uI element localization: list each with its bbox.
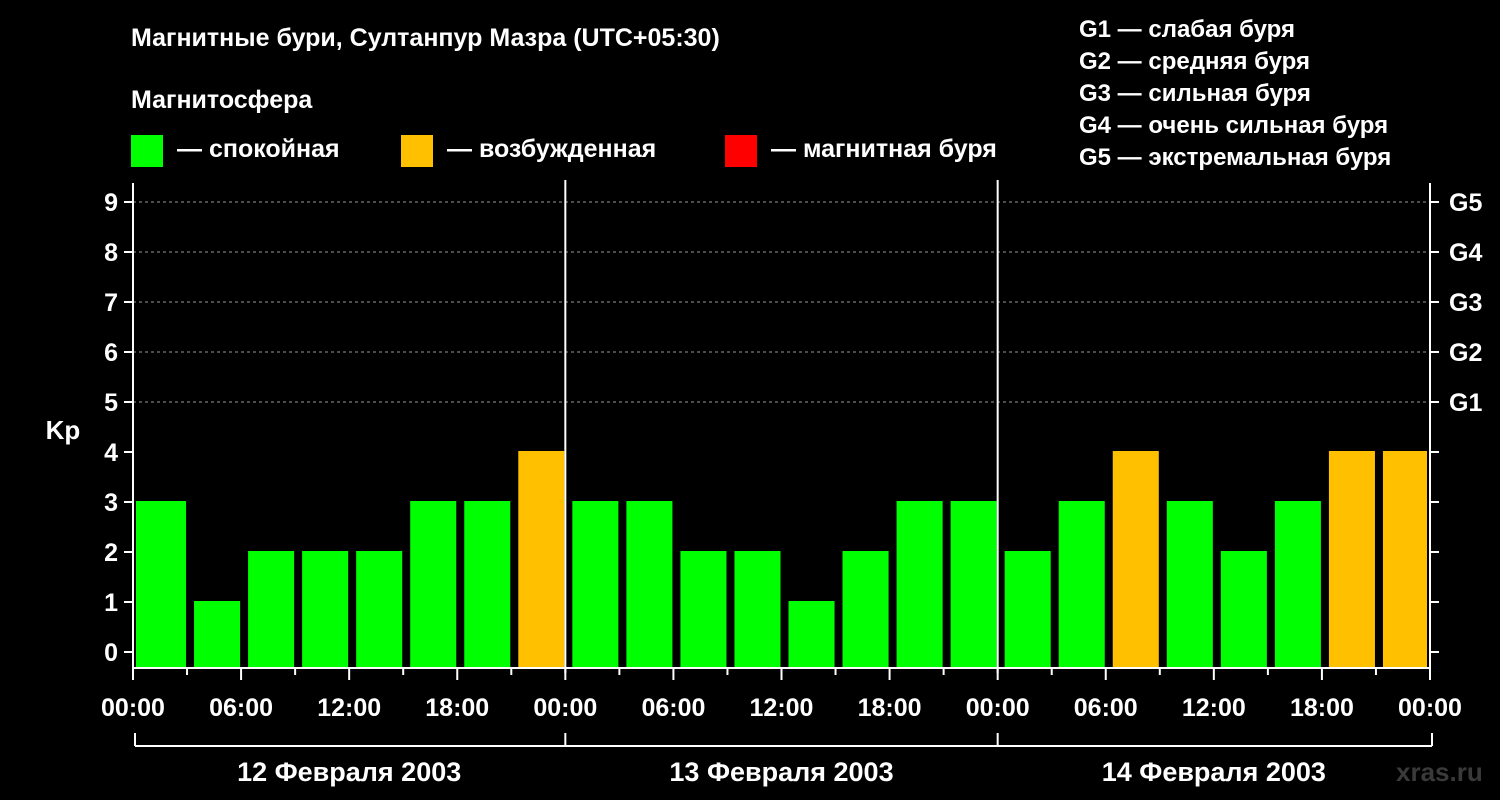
kp-bar (842, 551, 889, 667)
y-tick-label: 0 (104, 639, 118, 667)
g-tick-label: G2 (1449, 339, 1482, 367)
y-tick-label: 2 (104, 539, 118, 567)
kp-bar (950, 501, 997, 667)
day-label: 12 Февраля 2003 (237, 757, 461, 787)
y-tick-label: 6 (104, 339, 118, 367)
x-tick-label: 12:00 (1182, 694, 1246, 722)
y-tick-label: 4 (104, 439, 118, 467)
day-label: 13 Февраля 2003 (669, 757, 893, 787)
kp-bar (680, 551, 727, 667)
g-tick-label: G4 (1449, 239, 1482, 267)
x-tick-label: 00:00 (1398, 694, 1462, 722)
x-tick-label: 18:00 (425, 694, 489, 722)
kp-bar (572, 501, 619, 667)
y-tick-label: 7 (104, 289, 118, 317)
kp-bar (464, 501, 511, 667)
kp-bar (1274, 501, 1321, 667)
x-tick-label: 00:00 (966, 694, 1030, 722)
y-axis-label: Kp (46, 415, 81, 445)
g-tick-label: G1 (1449, 389, 1482, 417)
kp-bar (518, 451, 565, 667)
y-tick-label: 5 (104, 389, 118, 417)
kp-bar (788, 601, 835, 667)
kp-bar (1166, 501, 1213, 667)
kp-bar (194, 601, 241, 667)
x-tick-label: 18:00 (1290, 694, 1354, 722)
x-tick-label: 18:00 (858, 694, 922, 722)
y-tick-label: 9 (104, 189, 118, 217)
y-tick-label: 1 (104, 589, 118, 617)
x-tick-label: 06:00 (641, 694, 705, 722)
kp-bar (356, 551, 403, 667)
kp-bar (734, 551, 781, 667)
kp-bar (136, 501, 187, 667)
y-tick-label: 8 (104, 239, 118, 267)
x-tick-label: 12:00 (317, 694, 381, 722)
kp-bar (1220, 551, 1267, 667)
day-label: 14 Февраля 2003 (1102, 757, 1326, 787)
x-tick-label: 00:00 (101, 694, 165, 722)
kp-bar (626, 501, 673, 667)
kp-bar (1004, 551, 1051, 667)
x-tick-label: 00:00 (533, 694, 597, 722)
watermark: xras.ru (1396, 757, 1483, 787)
g-tick-label: G5 (1449, 189, 1482, 217)
x-tick-label: 06:00 (209, 694, 273, 722)
kp-chart: 0 1 2 3 4 5 6 7 8 9 G1 G2 G3 G4 G5 Kp 00:00 06:00 12:00 18:… (46, 180, 1482, 787)
kp-bar (896, 501, 943, 667)
kp-bar (1328, 451, 1375, 667)
x-tick-label: 12:00 (750, 694, 814, 722)
g-tick-label: G3 (1449, 289, 1482, 317)
kp-bar (248, 551, 295, 667)
kp-bar (302, 551, 349, 667)
kp-bar (410, 501, 457, 667)
kp-bar (1112, 451, 1159, 667)
x-tick-label: 06:00 (1074, 694, 1138, 722)
kp-bar (1382, 451, 1427, 667)
y-tick-label: 3 (104, 489, 118, 517)
kp-bar (1058, 501, 1105, 667)
